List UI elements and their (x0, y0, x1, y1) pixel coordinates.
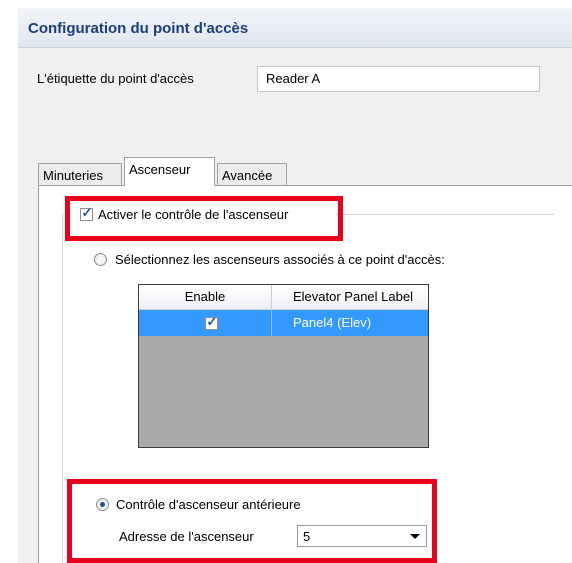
highlight-box-legacy (67, 479, 437, 563)
dialog-header: Configuration du point d'accès (18, 8, 572, 48)
select-elevators-radio[interactable] (94, 253, 107, 266)
access-point-label-input[interactable]: Reader A (257, 66, 540, 92)
column-header-enable[interactable]: Enable (139, 285, 272, 309)
table-row[interactable]: ✓ Panel4 (Elev) (139, 310, 428, 336)
tab-avancee[interactable]: Avancée (217, 163, 287, 185)
access-point-label-caption: L'étiquette du point d'accès (37, 71, 194, 86)
row-enable-checkbox[interactable]: ✓ (205, 314, 218, 330)
tab-ascenseur[interactable]: Ascenseur (124, 157, 215, 186)
dialog-title: Configuration du point d'accès (28, 20, 249, 37)
grid-header: Enable Elevator Panel Label (139, 285, 428, 310)
highlight-box-enable (65, 196, 343, 241)
groupbox-border (336, 214, 554, 215)
column-header-panel-label[interactable]: Elevator Panel Label (293, 285, 413, 309)
row-panel-label: Panel4 (Elev) (293, 315, 372, 330)
tab-minuteries[interactable]: Minuteries (38, 163, 122, 185)
groupbox-border-left (62, 214, 63, 563)
row-enable-cell: ✓ (139, 310, 272, 336)
checkmark-icon: ✓ (206, 314, 218, 329)
select-elevators-label: Sélectionnez les ascenseurs associés à c… (115, 252, 445, 267)
elevator-panel-grid: Enable Elevator Panel Label ✓ Panel4 (El… (138, 284, 429, 448)
